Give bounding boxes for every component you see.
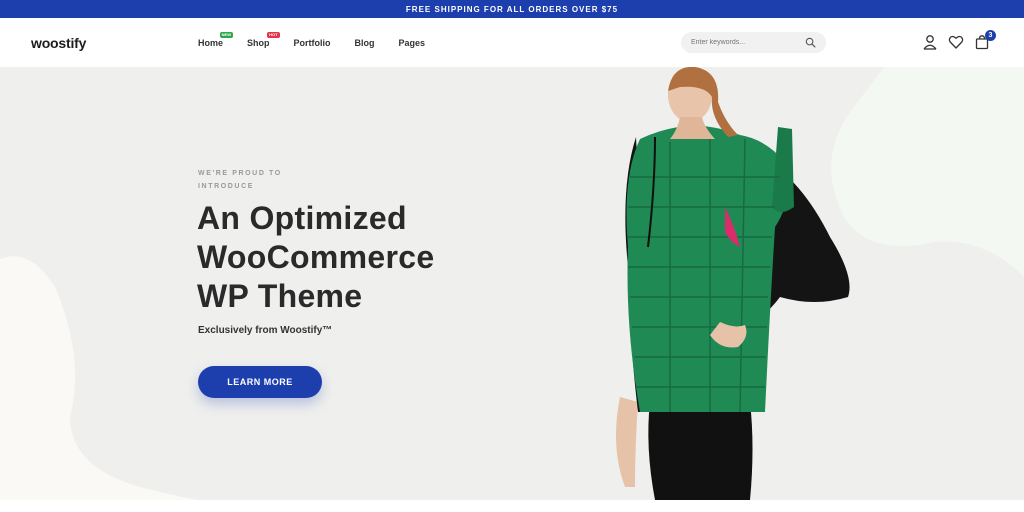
- nav-badge-new: NEW: [219, 32, 234, 38]
- nav-badge-hot: HOT: [267, 32, 280, 38]
- nav-label-blog: Blog: [354, 38, 375, 48]
- learn-more-button[interactable]: LEARN MORE: [198, 366, 322, 398]
- nav-item-blog[interactable]: Blog: [355, 38, 375, 48]
- hero-subheading: Exclusively from Woostify™: [198, 325, 333, 336]
- promo-bar: FREE SHIPPING FOR ALL ORDERS OVER $75: [0, 0, 1024, 18]
- cart-count-badge: 3: [985, 30, 996, 41]
- search-box: [681, 32, 826, 53]
- nav-item-home[interactable]: Home NEW: [198, 32, 234, 48]
- headline-line-1: An Optimized: [197, 200, 407, 236]
- page-bottom-strip: [0, 500, 1024, 512]
- header-actions: 3: [922, 30, 1000, 50]
- nav-label-home: Home: [198, 38, 224, 48]
- search-input[interactable]: [691, 39, 801, 46]
- hero-eyebrow: WE'RE PROUD TO INTRODUCE: [198, 170, 282, 190]
- nav-label-portfolio: Portfolio: [293, 38, 331, 48]
- nav-item-pages[interactable]: Pages: [399, 38, 426, 48]
- heart-icon[interactable]: [948, 34, 964, 50]
- nav-label-pages: Pages: [398, 38, 426, 48]
- nav-item-portfolio[interactable]: Portfolio: [294, 38, 331, 48]
- promo-text: FREE SHIPPING FOR ALL ORDERS OVER $75: [405, 4, 619, 14]
- headline-line-2: WooCommerce: [197, 239, 435, 275]
- site-logo[interactable]: woostify: [31, 35, 86, 51]
- hero-banner: WE'RE PROUD TO INTRODUCE An Optimized Wo…: [0, 67, 1024, 500]
- site-header: woostify Home NEW Shop HOT Portfolio Blo…: [0, 18, 1024, 67]
- hero-headline: An Optimized WooCommerce WP Theme: [197, 199, 497, 316]
- nav-item-shop[interactable]: Shop HOT: [247, 32, 280, 48]
- user-icon[interactable]: [922, 34, 938, 50]
- cart-button[interactable]: 3: [974, 30, 996, 50]
- main-nav: Home NEW Shop HOT Portfolio Blog Pages: [198, 32, 449, 48]
- nav-label-shop: Shop: [247, 38, 270, 48]
- headline-line-3: WP Theme: [197, 278, 363, 314]
- search-icon[interactable]: [805, 37, 816, 48]
- hero-model-image: [616, 67, 850, 500]
